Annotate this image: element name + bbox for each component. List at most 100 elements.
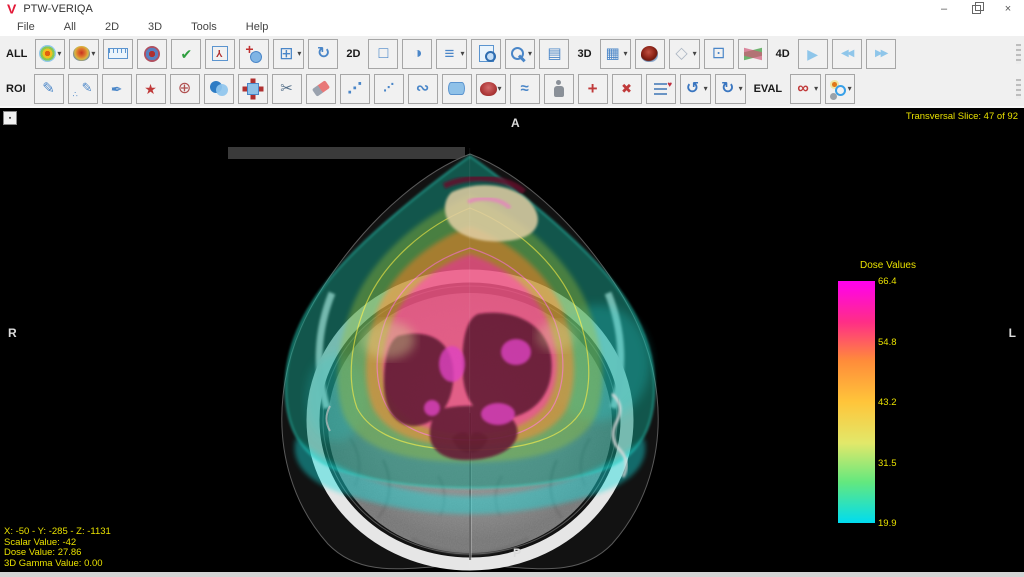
isolines-button[interactable]: ≡▾ <box>436 39 467 69</box>
boolean-circles-icon <box>210 81 228 96</box>
menu-item-help[interactable]: Help <box>246 21 269 33</box>
edit-nodes-button[interactable]: ⋰ <box>374 74 404 104</box>
add-roi-button[interactable]: + <box>578 74 608 104</box>
play-button[interactable]: ▶ <box>798 39 828 69</box>
edit-contour-button[interactable]: ★ <box>136 74 166 104</box>
spray-brush-button[interactable] <box>68 74 98 104</box>
delete-roi-button[interactable]: ✖ <box>612 74 642 104</box>
scissors-icon: ✂ <box>277 79 297 99</box>
dose-wash-icon <box>39 45 56 62</box>
contour-star-icon: ★ <box>141 79 161 99</box>
menu-item-2d[interactable]: 2D <box>105 21 119 33</box>
orientation-anterior-label: A <box>511 116 520 130</box>
step-backward-button[interactable]: ◀◀ <box>832 39 862 69</box>
orientation-right-label: R <box>8 326 17 340</box>
crossed-planes-icon <box>744 47 762 61</box>
erase-button[interactable] <box>306 74 336 104</box>
chain-red-icon: ∞ <box>793 79 813 99</box>
step-forward-button[interactable]: ▶▶ <box>866 39 896 69</box>
brain-colormap-icon <box>73 46 90 61</box>
inspect-values-button[interactable] <box>471 39 501 69</box>
add-poi-button[interactable] <box>239 39 269 69</box>
viewport-collapse-button[interactable]: ▪ <box>3 111 17 125</box>
dropdown-arrow-icon: ▾ <box>297 49 301 58</box>
undo-button[interactable]: ↺▾ <box>680 74 711 104</box>
dropdown-arrow-icon: ▾ <box>528 49 532 58</box>
menu-item-tools[interactable]: Tools <box>191 21 217 33</box>
interpolate-contours-button[interactable]: ∾ <box>408 74 438 104</box>
rect-outline-icon: □ <box>373 44 393 64</box>
panel-axes-icon: ⊡ <box>709 44 729 64</box>
expand-margin-button[interactable] <box>238 74 268 104</box>
window-level-button[interactable]: ◑ <box>402 39 432 69</box>
head-3d-icon <box>641 46 658 62</box>
minimize-button[interactable]: – <box>928 0 960 18</box>
roll-contour-button[interactable] <box>442 74 472 104</box>
undo-icon: ↺ <box>683 79 703 99</box>
report-button[interactable]: ✔ <box>171 39 201 69</box>
toolbar-label-4d: 4D <box>776 48 790 60</box>
rewind-icon: ◀◀ <box>837 44 857 64</box>
redo-icon: ↻ <box>718 79 738 99</box>
draw-polyline-button[interactable]: ⋰ <box>340 74 370 104</box>
crop-region-button[interactable]: □ <box>368 39 398 69</box>
frame-axes-icon <box>212 46 228 61</box>
body-outline-button[interactable] <box>544 74 574 104</box>
dropdown-arrow-icon: ▾ <box>460 49 464 58</box>
roi-list-button[interactable] <box>646 74 676 104</box>
rotate-3d-button[interactable]: ◇▾ <box>669 39 700 69</box>
toolbar-label-roi: ROI <box>6 83 26 95</box>
viewport[interactable]: ▪ Transversal Slice: 47 of 92 A P R L Do… <box>0 108 1024 572</box>
report-check-icon: ✔ <box>176 44 196 64</box>
copy-contour-button[interactable]: ≈ <box>510 74 540 104</box>
dose-colorbar <box>838 281 875 523</box>
measure-ruler-button[interactable] <box>103 39 133 69</box>
menu-item-file[interactable]: File <box>17 21 35 33</box>
toolbar-label-eval: EVAL <box>754 83 783 95</box>
snapshot-button[interactable]: ▤ <box>539 39 569 69</box>
volume-view-button[interactable]: ▦▾ <box>600 39 631 69</box>
mpr-panel-button[interactable]: ⊡ <box>704 39 734 69</box>
cut-contour-button[interactable]: ✂ <box>272 74 302 104</box>
colorbar-ticks: 66.454.843.231.519.9 <box>878 281 920 523</box>
page-3d-icon: ▤ <box>544 44 564 64</box>
layout-grid-icon: ⊞ <box>276 44 296 64</box>
toolbar-group-4d: 4D ▶ ◀◀ ▶▶ <box>776 39 896 69</box>
grow-region-button[interactable]: ⊕ <box>170 74 200 104</box>
orientation-left-label: L <box>1009 326 1016 340</box>
eraser-icon <box>311 80 329 97</box>
redo-button[interactable]: ↻▾ <box>715 74 746 104</box>
window-level-icon: ◑ <box>407 44 427 64</box>
menu-item-all[interactable]: All <box>64 21 76 33</box>
status-line: Dose Value: 27.86 <box>4 548 111 559</box>
orientation-posterior-label: P <box>513 546 521 560</box>
menu-item-3d[interactable]: 3D <box>148 21 162 33</box>
boolean-combine-button[interactable] <box>204 74 234 104</box>
viewport-layout-button[interactable]: ⊞▾ <box>273 39 304 69</box>
title-bar: V PTW-VERIQA – × <box>0 0 1024 18</box>
localizer-frame-button[interactable] <box>205 39 235 69</box>
plus-red-icon: + <box>583 79 603 99</box>
zoom-button[interactable]: ▾ <box>505 39 535 69</box>
paint-brush-button[interactable]: ✎ <box>34 74 64 104</box>
dose-colormap-button[interactable]: ▾ <box>69 39 99 69</box>
toolbar-group-all: ALL▾▾✔⊞▾↻ <box>6 39 338 69</box>
polyline-icon: ⋰ <box>345 79 365 99</box>
fast-forward-icon: ▶▶ <box>871 44 891 64</box>
toolbar-label-2d: 2D <box>346 48 360 60</box>
cursor-status-readout: X: -50 - Y: -285 - Z: -1131Scalar Value:… <box>4 527 111 569</box>
add-poi-icon <box>245 45 263 63</box>
surface-render-button[interactable] <box>635 39 665 69</box>
cut-planes-button[interactable] <box>738 39 768 69</box>
dropdown-arrow-icon: ▾ <box>91 49 95 58</box>
ruler-icon <box>108 48 128 59</box>
draw-pen-button[interactable]: ✒ <box>102 74 132 104</box>
auto-segment-button[interactable]: ▾ <box>476 74 506 104</box>
dose-display-mode-button[interactable]: ▾ <box>35 39 65 69</box>
dose-comparison-button[interactable]: ▾ <box>825 74 855 104</box>
close-button[interactable]: × <box>992 0 1024 18</box>
restore-button[interactable] <box>960 0 992 18</box>
reset-view-button[interactable]: ↻ <box>308 39 338 69</box>
image-fusion-button[interactable] <box>137 39 167 69</box>
gamma-analysis-button[interactable]: ∞▾ <box>790 74 821 104</box>
